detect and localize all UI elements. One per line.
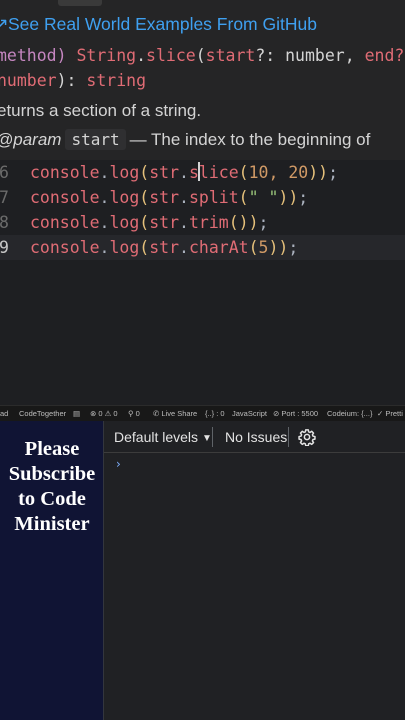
code-line[interactable]: 7 console.log(str.split(" ")); <box>0 185 405 210</box>
sig-param1-type: ?: number, <box>255 46 355 65</box>
text-cursor <box>197 162 200 181</box>
param-desc: — The index to the beginning of <box>129 130 371 149</box>
status-language[interactable]: JavaScript <box>232 409 267 418</box>
tooltip-tab <box>58 0 102 6</box>
status-codeium[interactable]: Codeium: {...} <box>327 409 372 418</box>
console-prompt[interactable]: › <box>116 457 121 471</box>
devtools-console: Default levels ▼ No Issues › <box>104 421 405 720</box>
status-bar: ad CodeTogether ▤ ⊗ 0 ⚠ 0 ⚲ 0 ✆ Live Sha… <box>0 405 405 421</box>
arrow-icon: ↗ <box>0 14 9 34</box>
status-port[interactable]: ⊘ Port : 5500 <box>273 409 318 418</box>
line-source[interactable]: console.log(str.trim()); <box>30 210 268 235</box>
toolbar-divider <box>288 427 289 447</box>
line-source[interactable]: console.log(str.slice(10, 20)); <box>30 160 338 185</box>
sig-param1: start <box>205 46 256 65</box>
code-line-active[interactable]: 9 console.log(str.charAt(5)); <box>0 235 405 260</box>
sig-method: slice <box>146 46 196 65</box>
signature-line-2: number): string <box>0 71 146 90</box>
line-number: 6 <box>0 163 9 182</box>
status-braces[interactable]: {..} : 0 <box>205 409 225 418</box>
sig-param2-type: number <box>0 71 57 90</box>
github-examples-link[interactable]: ↗See Real World Examples From GitHub <box>0 14 317 35</box>
sig-close: ): <box>56 71 87 90</box>
code-editor[interactable]: 6 console.log(str.slice(10, 20)); 7 cons… <box>0 160 405 405</box>
status-codetogether[interactable]: CodeTogether <box>19 409 66 418</box>
line-source[interactable]: console.log(str.split(" ")); <box>30 185 308 210</box>
param-tag: @param <box>0 130 62 149</box>
signature-line-1: method) String.slice(start?: number, end… <box>0 46 405 65</box>
log-levels-label[interactable]: Default levels <box>114 429 198 445</box>
status-live-share[interactable]: ✆ Live Share <box>153 409 197 418</box>
status-item[interactable]: ad <box>0 409 8 418</box>
subscribe-banner: Please Subscribe to Code Minister <box>0 421 104 720</box>
toolbar-divider <box>212 427 213 447</box>
caret-down-icon: ▼ <box>202 433 212 444</box>
line-source[interactable]: console.log(str.charAt(5)); <box>30 235 298 260</box>
github-examples-link-text[interactable]: See Real World Examples From GitHub <box>8 14 317 34</box>
subscribe-text: Please Subscribe to Code Minister <box>8 438 96 535</box>
line-number: 7 <box>0 188 9 207</box>
gear-icon[interactable] <box>298 428 316 446</box>
status-ports[interactable]: ⚲ 0 <box>128 409 140 418</box>
status-problems[interactable]: ⊗ 0 ⚠ 0 <box>90 409 118 418</box>
line-number: 8 <box>0 213 9 232</box>
line-number: 9 <box>0 238 9 257</box>
sig-owner: String <box>76 46 137 65</box>
console-toolbar: Default levels ▼ No Issues <box>104 421 405 453</box>
log-levels-dropdown[interactable]: Default levels ▼ <box>114 429 212 445</box>
code-line[interactable]: 6 console.log(str.slice(10, 20)); <box>0 160 405 185</box>
code-line[interactable]: 8 console.log(str.trim()); <box>0 210 405 235</box>
hover-tooltip: ↗See Real World Examples From GitHub met… <box>0 0 405 160</box>
sig-return-type: string <box>86 71 147 90</box>
sig-param2: end?: <box>364 46 405 65</box>
status-panel-icon[interactable]: ▤ <box>73 409 80 418</box>
tooltip-description: eturns a section of a string. <box>0 101 202 120</box>
tooltip-param: @paramstart— The index to the beginning … <box>0 129 371 150</box>
issues-button[interactable]: No Issues <box>225 429 287 445</box>
sig-open: ( <box>195 46 206 65</box>
param-name: start <box>65 129 126 150</box>
sig-kind: method) <box>0 46 67 65</box>
status-prettier[interactable]: ✓ Pretti <box>377 409 403 418</box>
